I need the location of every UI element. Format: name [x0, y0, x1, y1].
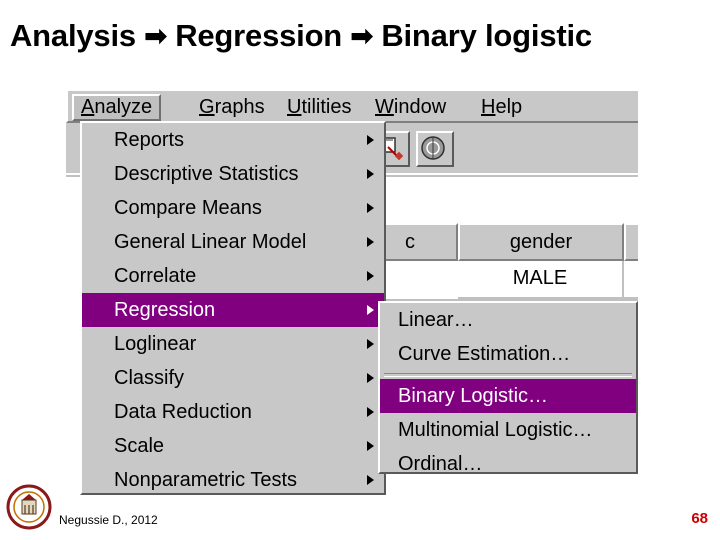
chevron-right-icon: [367, 475, 374, 485]
menu-separator: [384, 373, 632, 377]
menu-item-reports[interactable]: Reports: [82, 123, 384, 157]
page-title: Analysis ➡ Regression ➡ Binary logistic: [10, 18, 716, 54]
arrow-right-icon-1: ➡: [144, 21, 167, 51]
footer-credit: Negussie D., 2012: [59, 513, 158, 527]
menu-item-correlate[interactable]: Correlate: [82, 259, 384, 293]
menu-item-multinomial-logistic[interactable]: Multinomial Logistic…: [380, 413, 636, 447]
menu-graphs[interactable]: Graphs: [192, 94, 272, 121]
chevron-right-icon: [367, 373, 374, 383]
menu-item-label: Descriptive Statistics: [114, 163, 299, 185]
menu-item-label: Linear…: [398, 309, 474, 331]
menu-analyze[interactable]: Analyze: [72, 94, 162, 121]
chevron-right-icon: [367, 237, 374, 247]
menu-item-compare-means[interactable]: Compare Means: [82, 191, 384, 225]
regression-submenu: Linear… Curve Estimation… Binary Logisti…: [378, 301, 638, 475]
chevron-right-icon: [367, 203, 374, 213]
menu-item-label: Curve Estimation…: [398, 343, 571, 365]
menu-item-loglinear[interactable]: Loglinear: [82, 327, 384, 361]
menu-item-label: Scale: [114, 435, 165, 457]
chevron-right-icon: [367, 169, 374, 179]
grid-cell-gender-male[interactable]: MALE: [458, 261, 624, 299]
menu-item-label: Classify: [114, 367, 185, 389]
arrow-right-icon-2: ➡: [350, 21, 373, 51]
chevron-right-icon: [367, 339, 374, 349]
menu-item-label: Data Reduction: [114, 401, 252, 423]
menu-bar: Analyze Graphs Utilities Window Help: [66, 89, 638, 123]
analyze-dropdown-menu: Reports Descriptive Statistics Compare M…: [80, 121, 386, 495]
grid-header-gender[interactable]: gender: [458, 223, 624, 261]
menu-item-label: Ordinal…: [398, 453, 483, 475]
page-title-part2: Regression: [175, 18, 343, 53]
page-title-part1: Analysis: [10, 18, 136, 53]
menu-item-label: General Linear Model: [114, 231, 307, 253]
menu-item-nonparametric-tests[interactable]: Nonparametric Tests: [82, 463, 384, 495]
menu-item-label: Binary Logistic…: [398, 385, 549, 407]
menu-help[interactable]: Help: [474, 94, 529, 121]
menu-item-data-reduction[interactable]: Data Reduction: [82, 395, 384, 429]
page-number: 68: [691, 510, 708, 527]
grid-header-adeg[interactable]: adeg: [624, 223, 638, 261]
grid-cell-adeg[interactable]: [624, 261, 638, 299]
spss-screenshot: c gender adeg MALE Analyze Graphs U: [66, 89, 638, 495]
menu-item-label: Loglinear: [114, 333, 197, 355]
dialog-recall-icon[interactable]: [416, 131, 454, 167]
chevron-right-icon: [367, 407, 374, 417]
menu-analyze-label-rest: nalyze: [94, 96, 153, 118]
menu-item-linear[interactable]: Linear…: [380, 303, 636, 337]
menu-item-label: Compare Means: [114, 197, 262, 219]
chevron-right-icon: [367, 271, 374, 281]
chevron-right-icon: [367, 441, 374, 451]
menu-item-label: Correlate: [114, 265, 197, 287]
menu-item-binary-logistic[interactable]: Binary Logistic…: [380, 379, 636, 413]
menu-item-general-linear-model[interactable]: General Linear Model: [82, 225, 384, 259]
menu-item-label: Multinomial Logistic…: [398, 419, 593, 441]
chevron-right-icon: [367, 305, 374, 315]
menu-item-descriptive-statistics[interactable]: Descriptive Statistics: [82, 157, 384, 191]
university-logo: [6, 484, 52, 530]
menu-item-regression[interactable]: Regression: [82, 293, 384, 327]
menu-item-classify[interactable]: Classify: [82, 361, 384, 395]
menu-item-label: Reports: [114, 129, 185, 151]
menu-item-ordinal[interactable]: Ordinal…: [380, 447, 636, 481]
chevron-right-icon: [367, 135, 374, 145]
menu-item-label: Nonparametric Tests: [114, 469, 298, 491]
menu-item-scale[interactable]: Scale: [82, 429, 384, 463]
menu-window[interactable]: Window: [368, 94, 453, 121]
page-title-part3: Binary logistic: [381, 18, 592, 53]
menu-item-curve-estimation[interactable]: Curve Estimation…: [380, 337, 636, 371]
menu-utilities[interactable]: Utilities: [280, 94, 358, 121]
menu-item-label: Regression: [114, 299, 216, 321]
